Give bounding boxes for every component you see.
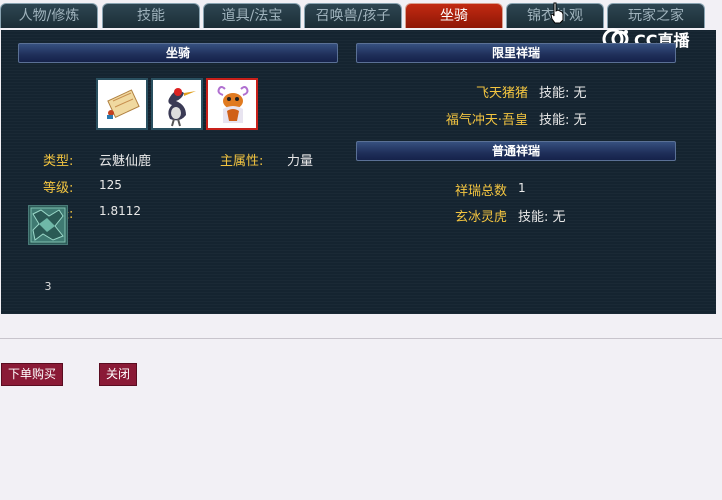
- deer-icon: [217, 86, 249, 123]
- common-header: 普通祥瑞: [356, 141, 676, 161]
- tab-mount[interactable]: 坐骑: [405, 3, 503, 28]
- limited-item-skill: 技能: 无: [539, 86, 587, 101]
- mount-panel: CC直播 坐骑 类型: 云魅仙鹿 主属性: 力量 等级: 125 1.8112 …: [1, 28, 716, 314]
- tab-character[interactable]: 人物/修炼: [0, 3, 98, 28]
- buy-button[interactable]: 下单购买: [1, 363, 63, 386]
- limited-item-skill: 技能: 无: [539, 113, 587, 128]
- mount-header: 坐骑: [18, 43, 338, 63]
- tab-skills[interactable]: 技能: [102, 3, 200, 28]
- main-attr-label: 主属性:: [220, 154, 264, 169]
- tab-items[interactable]: 道具/法宝: [203, 3, 301, 28]
- mount-slot-scroll[interactable]: [96, 78, 148, 130]
- hand-cursor-icon: [550, 2, 564, 24]
- tab-summons[interactable]: 召唤兽/孩子: [304, 3, 402, 28]
- growth-value: 1.8112: [99, 204, 141, 218]
- level-value: 125: [99, 178, 122, 192]
- mount-equipment-item[interactable]: [28, 205, 68, 245]
- limited-item-name: 福气冲天·吾皇: [445, 113, 528, 128]
- item-count: 3: [44, 280, 52, 293]
- scroll-icon: [107, 89, 140, 119]
- level-label: 等级:: [43, 181, 74, 196]
- common-item-name: 玄冰灵虎: [454, 210, 507, 225]
- total-label: 祥瑞总数: [454, 184, 507, 199]
- mount-slot-deer[interactable]: [206, 78, 258, 130]
- total-value: 1: [518, 181, 526, 195]
- limited-item-name: 飞天猪猪: [475, 86, 528, 101]
- close-button[interactable]: 关闭: [99, 363, 137, 386]
- tab-home[interactable]: 玩家之家: [607, 3, 705, 28]
- limited-header: 限里祥瑞: [356, 43, 676, 63]
- armor-item-icon: [30, 207, 66, 243]
- mount-slot-crane[interactable]: [151, 78, 203, 130]
- type-value: 云魅仙鹿: [99, 154, 152, 169]
- crane-icon: [168, 88, 196, 127]
- common-item-skill: 技能: 无: [518, 210, 566, 225]
- main-attr-value: 力量: [287, 154, 314, 169]
- divider: [0, 338, 722, 339]
- type-label: 类型:: [43, 154, 74, 169]
